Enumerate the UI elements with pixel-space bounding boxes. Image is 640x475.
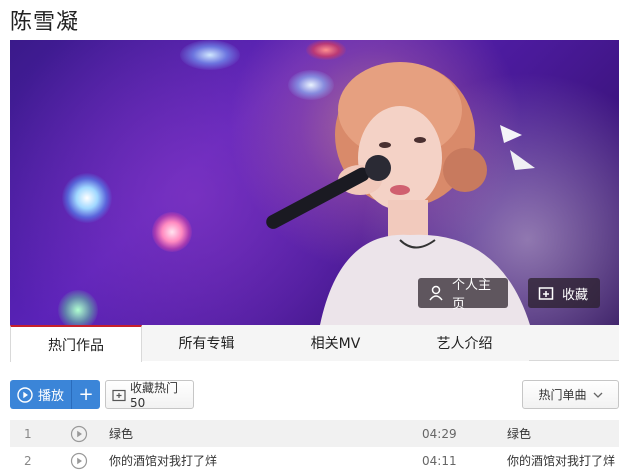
song-title[interactable]: 绿色 <box>109 425 422 442</box>
play-song-icon[interactable] <box>70 452 109 470</box>
tab-label: 相关MV <box>310 336 361 352</box>
artist-home-button[interactable]: 个人主页 <box>418 278 508 312</box>
artist-home-label: 个人主页 <box>452 278 492 312</box>
tab-label: 所有专辑 <box>178 336 235 352</box>
song-toolbar: 播放 + 收藏热门50 热门单曲 <box>10 380 619 410</box>
play-all-button[interactable]: 播放 <box>10 380 72 409</box>
tab-label: 艺人介绍 <box>436 336 493 352</box>
favorite-label: 收藏 <box>562 287 589 303</box>
tab-related-mv[interactable]: 相关MV <box>271 325 400 361</box>
song-album[interactable]: 你的酒馆对我打了烊 <box>507 452 619 469</box>
play-group: 播放 + <box>10 380 100 409</box>
collect-hot50-label: 收藏热门50 <box>130 381 179 410</box>
user-icon <box>428 285 444 301</box>
artist-tabs: 热门作品 所有专辑 相关MV 艺人介绍 <box>10 325 619 362</box>
play-all-label: 播放 <box>37 389 64 404</box>
tab-artist-intro[interactable]: 艺人介绍 <box>400 325 529 361</box>
tab-hot-works[interactable]: 热门作品 <box>10 325 142 362</box>
folder-plus-icon <box>112 388 126 402</box>
play-song-icon[interactable] <box>70 425 109 443</box>
artist-banner: 个人主页 收藏 <box>10 40 619 325</box>
chevron-down-icon <box>593 392 603 398</box>
collect-hot50-button[interactable]: 收藏热门50 <box>105 380 194 410</box>
favorite-button[interactable]: 收藏 <box>528 278 600 308</box>
song-index: 1 <box>24 426 32 441</box>
stage-light <box>152 212 192 252</box>
tab-label: 热门作品 <box>48 337 104 354</box>
song-duration: 04:11 <box>422 453 457 468</box>
song-duration: 04:29 <box>422 426 457 441</box>
artist-name: 陈雪凝 <box>10 10 80 35</box>
tab-all-albums[interactable]: 所有专辑 <box>142 325 271 361</box>
song-title[interactable]: 你的酒馆对我打了烊 <box>109 452 422 469</box>
sort-select[interactable]: 热门单曲 <box>522 380 619 409</box>
add-to-playlist-button[interactable]: + <box>72 380 100 409</box>
tab-group-rest: 所有专辑 相关MV 艺人介绍 <box>142 325 619 361</box>
song-row[interactable]: 2 你的酒馆对我打了烊 04:11 你的酒馆对我打了烊 <box>10 447 619 474</box>
play-circle-icon <box>17 386 33 403</box>
song-album[interactable]: 绿色 <box>507 425 619 442</box>
sort-select-label: 热门单曲 <box>538 388 587 402</box>
folder-plus-icon <box>538 285 554 301</box>
song-index: 2 <box>24 453 32 468</box>
song-list: 1 绿色 04:29 绿色 2 你的酒馆对我打了烊 04:11 你的酒馆对我打了… <box>10 420 619 474</box>
stage-light <box>58 290 98 325</box>
song-row[interactable]: 1 绿色 04:29 绿色 <box>10 420 619 447</box>
stage-light <box>180 40 240 70</box>
stage-light <box>62 173 112 223</box>
